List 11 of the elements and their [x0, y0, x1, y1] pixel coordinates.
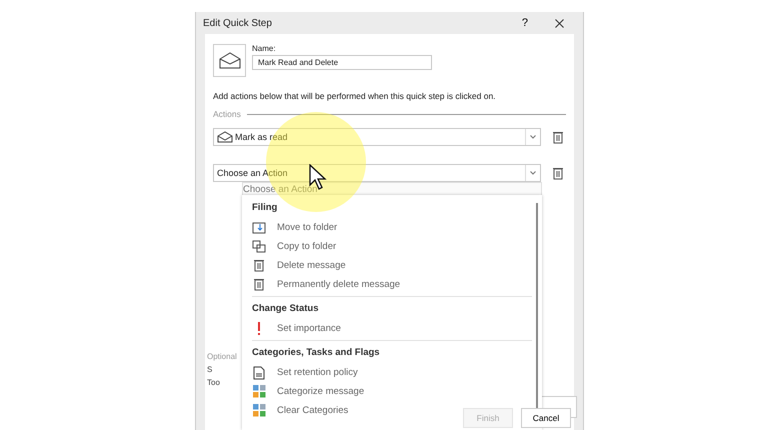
shortcut-label: S [207, 365, 214, 374]
group-heading: Change Status [252, 302, 320, 316]
instructions-text: Add actions below that will be performed when this quick step is clicked on. [213, 91, 497, 101]
dialog-title: Edit Quick Step [203, 18, 273, 28]
tooltip-label: Too [207, 378, 221, 387]
actions-label: Actions [213, 109, 241, 119]
name-label: Name: [252, 44, 277, 53]
group-heading: Categories, Tasks and Flags [252, 346, 381, 360]
dropdown-header: Choose an Action [242, 182, 542, 195]
group-heading: Filing [252, 201, 278, 215]
optional-label: Optional [207, 352, 237, 361]
